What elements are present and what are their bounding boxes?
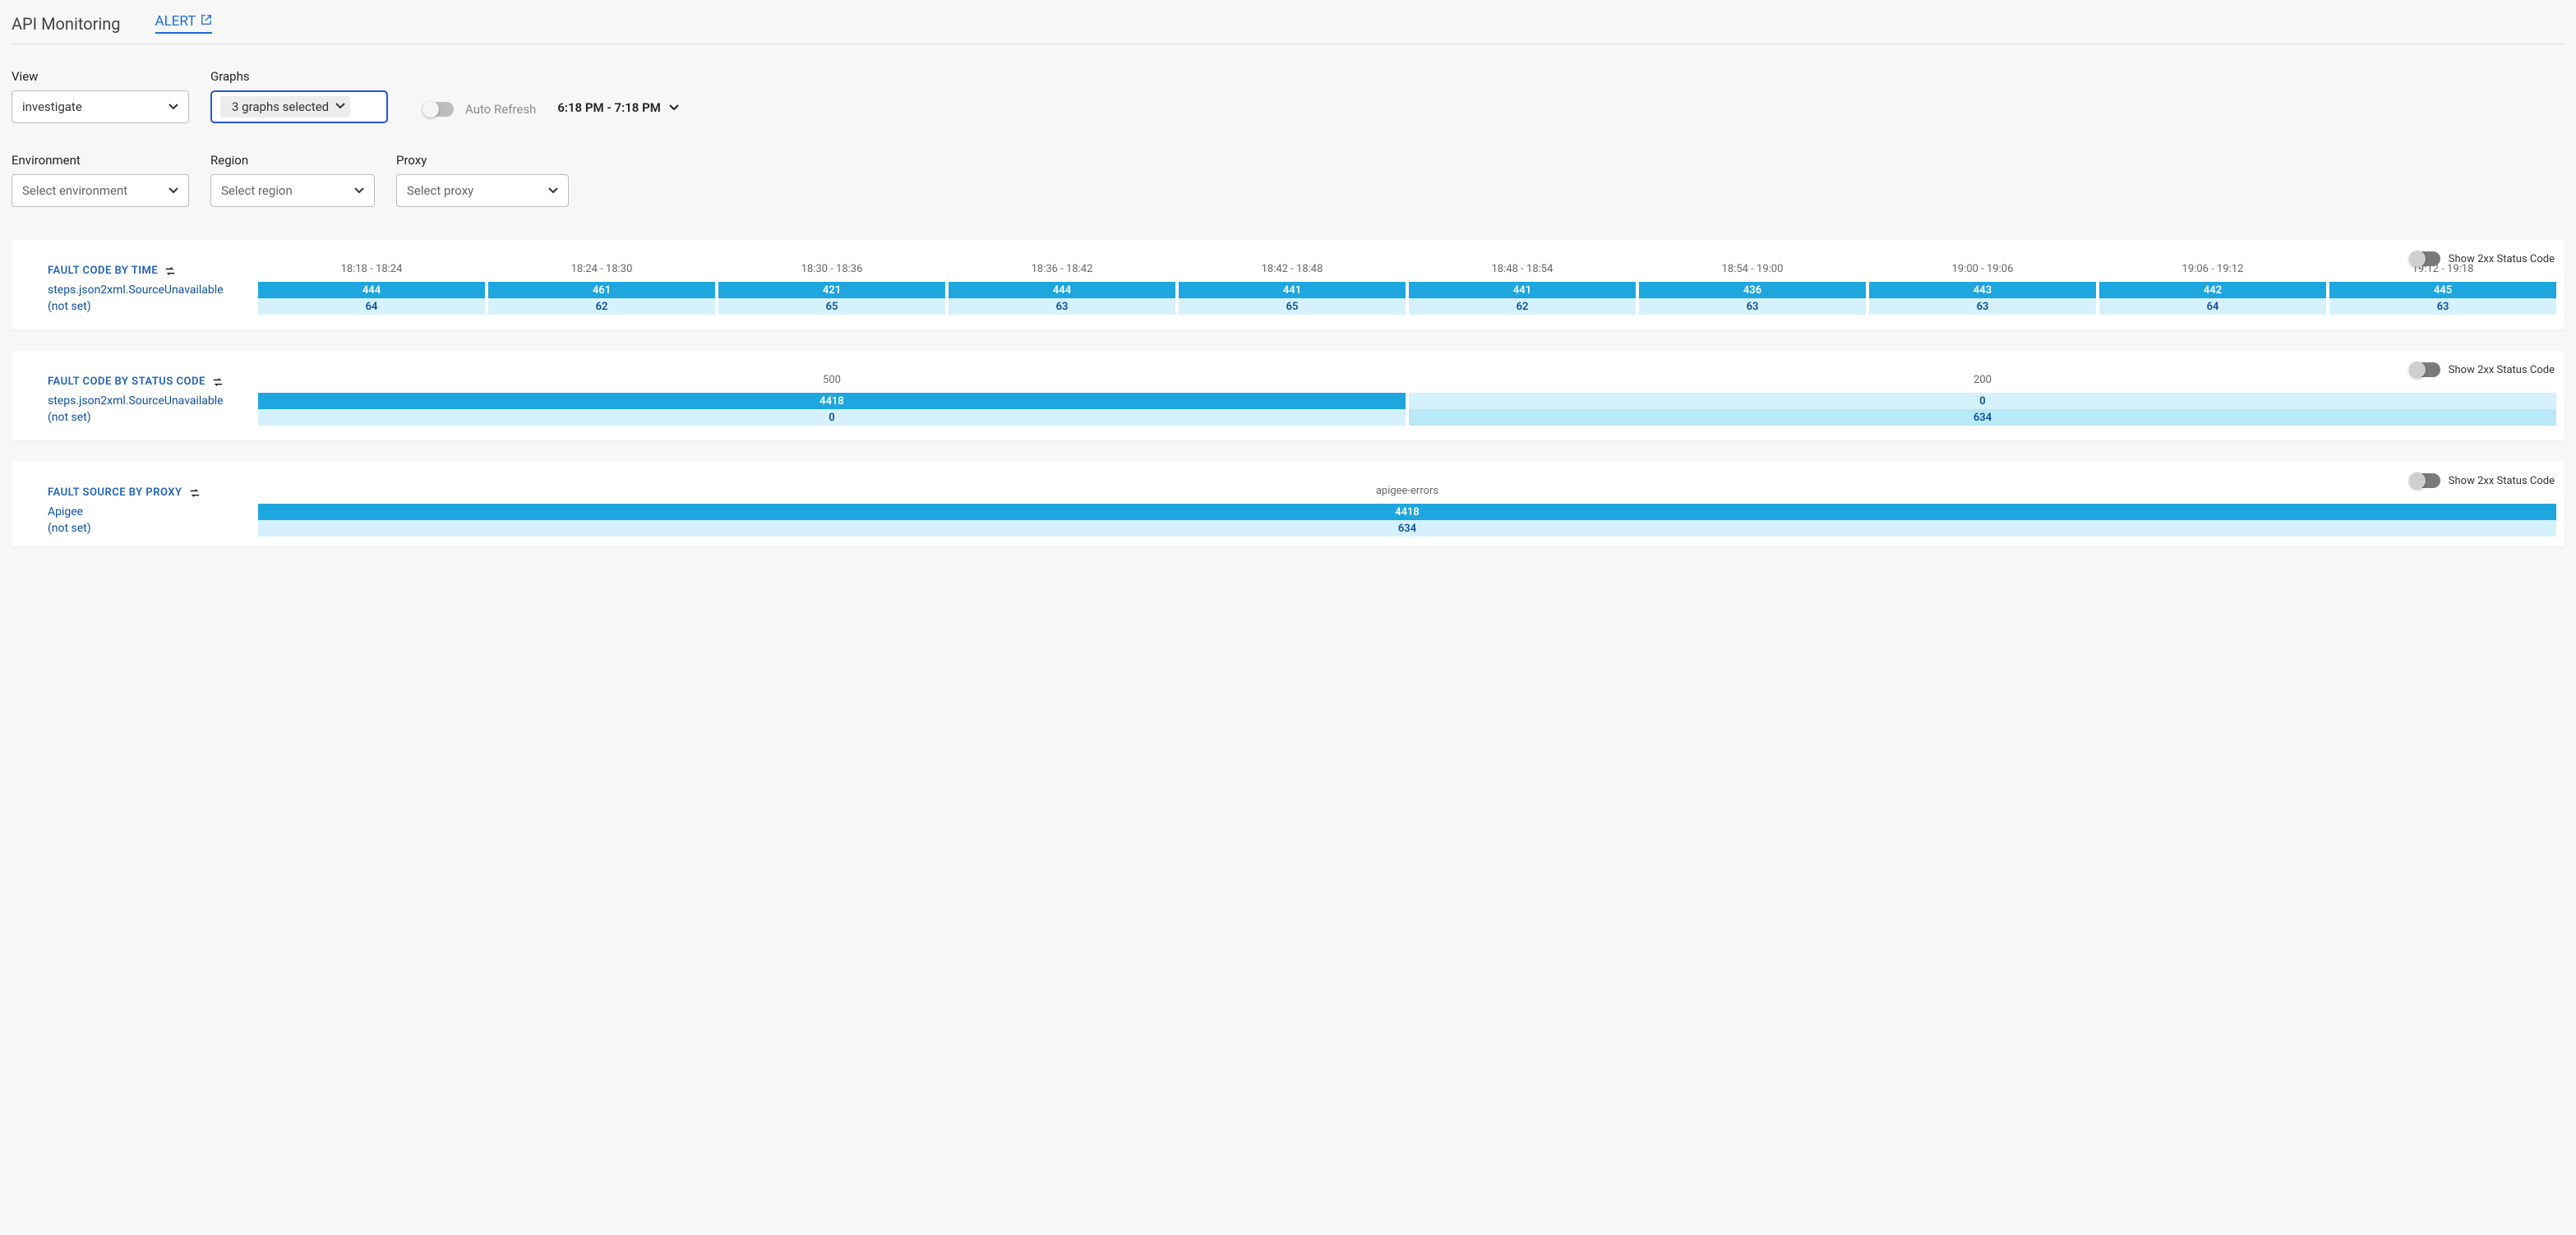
row-label: (not set) bbox=[18, 520, 256, 537]
graphs-label: Graphs bbox=[210, 69, 388, 84]
heat-cell[interactable]: 0 bbox=[1407, 393, 2558, 409]
col-header: 200 bbox=[1407, 374, 2558, 393]
row-label: steps.json2xml.SourceUnavailable bbox=[18, 282, 256, 298]
view-label: View bbox=[12, 69, 189, 84]
heat-cell[interactable]: 63 bbox=[1867, 298, 2098, 315]
heat-cell[interactable]: 421 bbox=[717, 282, 947, 298]
col-header: 18:54 - 19:00 bbox=[1637, 263, 1867, 282]
show-2xx-label: Show 2xx Status Code bbox=[2449, 253, 2555, 265]
col-header: 18:36 - 18:42 bbox=[947, 263, 1177, 282]
heat-cell[interactable]: 4418 bbox=[256, 504, 2558, 520]
proxy-select[interactable]: Select proxy bbox=[396, 174, 569, 207]
heat-cell[interactable]: 445 bbox=[2328, 282, 2558, 298]
filters-row-1: View investigate Graphs 3 graphs selecte… bbox=[12, 44, 2564, 135]
heat-cell[interactable]: 443 bbox=[1867, 282, 2098, 298]
col-header: 18:48 - 18:54 bbox=[1407, 263, 1637, 282]
heat-cell[interactable]: 64 bbox=[256, 298, 487, 315]
panel-fault-by-time: Show 2xx Status Code FAULT CODE BY TIME … bbox=[12, 240, 2564, 329]
heat-cell[interactable]: 441 bbox=[1177, 282, 1407, 298]
col-header: 18:18 - 18:24 bbox=[256, 263, 487, 282]
heat-cell[interactable]: 444 bbox=[947, 282, 1177, 298]
show-2xx-toggle[interactable] bbox=[2411, 473, 2440, 488]
heat-cell[interactable]: 634 bbox=[256, 520, 2558, 537]
col-header: 19:06 - 19:12 bbox=[2098, 263, 2328, 282]
alert-link[interactable]: ALERT bbox=[155, 13, 213, 34]
region-select[interactable]: Select region bbox=[210, 174, 375, 207]
heat-cell[interactable]: 65 bbox=[1177, 298, 1407, 315]
col-header: apigee-errors bbox=[256, 485, 2558, 504]
heat-cell[interactable]: 444 bbox=[256, 282, 487, 298]
chevron-down-icon bbox=[354, 187, 364, 194]
show-2xx-toggle[interactable] bbox=[2411, 251, 2440, 266]
col-header: 18:24 - 18:30 bbox=[487, 263, 717, 282]
page-header: API Monitoring ALERT bbox=[12, 8, 2564, 44]
swap-icon[interactable] bbox=[164, 265, 176, 277]
section-title: FAULT SOURCE BY PROXY bbox=[18, 486, 256, 502]
chevron-down-icon bbox=[548, 187, 558, 194]
panel-fault-by-proxy: Show 2xx Status Code FAULT SOURCE BY PRO… bbox=[12, 462, 2564, 546]
alert-link-label: ALERT bbox=[155, 13, 196, 30]
col-header: 19:00 - 19:06 bbox=[1867, 263, 2098, 282]
region-label: Region bbox=[210, 153, 375, 168]
heat-cell[interactable]: 634 bbox=[1407, 409, 2558, 426]
heat-cell[interactable]: 63 bbox=[2328, 298, 2558, 315]
graphs-select[interactable]: 3 graphs selected bbox=[210, 90, 388, 123]
chevron-down-icon bbox=[169, 187, 178, 194]
row-label: steps.json2xml.SourceUnavailable bbox=[18, 393, 256, 409]
col-header: 500 bbox=[256, 374, 1407, 393]
row-label: Apigee bbox=[18, 504, 256, 520]
heat-cell[interactable]: 441 bbox=[1407, 282, 1637, 298]
heat-cell[interactable]: 436 bbox=[1637, 282, 1867, 298]
view-select[interactable]: investigate bbox=[12, 90, 189, 123]
chevron-down-icon bbox=[335, 103, 345, 109]
environment-select[interactable]: Select environment bbox=[12, 174, 189, 207]
show-2xx-label: Show 2xx Status Code bbox=[2449, 364, 2555, 376]
page-title: API Monitoring bbox=[12, 14, 121, 34]
heat-cell[interactable]: 64 bbox=[2098, 298, 2328, 315]
timerange-picker[interactable]: 6:18 PM - 7:18 PM bbox=[557, 100, 679, 123]
col-header: 18:42 - 18:48 bbox=[1177, 263, 1407, 282]
col-header: 18:30 - 18:36 bbox=[717, 263, 947, 282]
row-label: (not set) bbox=[18, 409, 256, 426]
swap-icon[interactable] bbox=[189, 487, 201, 499]
heat-cell[interactable]: 63 bbox=[947, 298, 1177, 315]
external-link-icon bbox=[201, 13, 212, 30]
auto-refresh-label: Auto Refresh bbox=[465, 102, 536, 117]
heat-cell[interactable]: 65 bbox=[717, 298, 947, 315]
swap-icon[interactable] bbox=[212, 376, 224, 388]
chevron-down-icon bbox=[669, 104, 679, 111]
heat-cell[interactable]: 63 bbox=[1637, 298, 1867, 315]
heat-cell[interactable]: 442 bbox=[2098, 282, 2328, 298]
heat-cell[interactable]: 62 bbox=[487, 298, 717, 315]
heat-cell[interactable]: 62 bbox=[1407, 298, 1637, 315]
environment-label: Environment bbox=[12, 153, 189, 168]
show-2xx-label: Show 2xx Status Code bbox=[2449, 475, 2555, 487]
row-label: (not set) bbox=[18, 298, 256, 315]
auto-refresh-toggle[interactable] bbox=[424, 102, 454, 117]
proxy-label: Proxy bbox=[396, 153, 569, 168]
show-2xx-toggle[interactable] bbox=[2411, 362, 2440, 377]
panel-fault-by-status: Show 2xx Status Code FAULT CODE BY STATU… bbox=[12, 351, 2564, 440]
heat-cell[interactable]: 0 bbox=[256, 409, 1407, 426]
chevron-down-icon bbox=[169, 104, 178, 110]
section-title: FAULT CODE BY STATUS CODE bbox=[18, 376, 256, 391]
filters-row-2: Environment Select environment Region Se… bbox=[12, 135, 2564, 219]
heat-cell[interactable]: 4418 bbox=[256, 393, 1407, 409]
heat-cell[interactable]: 461 bbox=[487, 282, 717, 298]
section-title: FAULT CODE BY TIME bbox=[18, 265, 256, 280]
